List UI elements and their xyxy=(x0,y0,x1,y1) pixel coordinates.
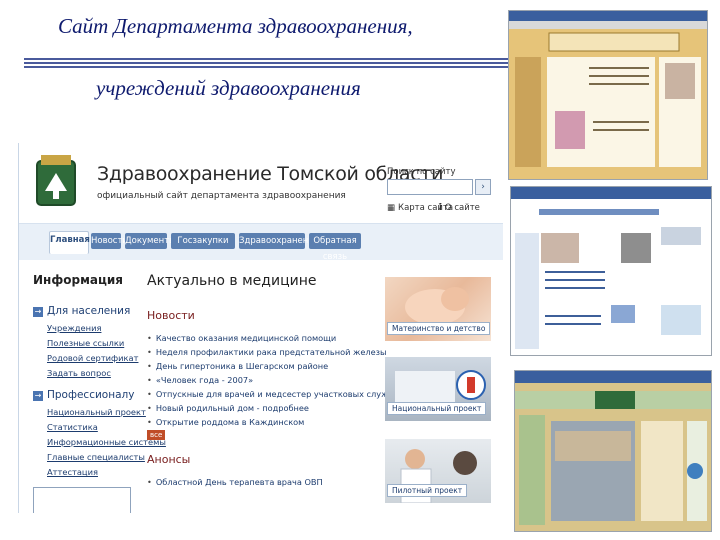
more-news-button[interactable]: все xyxy=(147,430,166,440)
announce-item[interactable]: • Областной День терапевта врача ОВП xyxy=(147,477,323,487)
thumbnail-hospital-site-2 xyxy=(510,186,712,356)
arrow-right-icon: → xyxy=(33,391,43,401)
announce-heading: Анонсы xyxy=(147,453,191,466)
link-useful[interactable]: Полезные ссылки xyxy=(47,338,124,348)
news-item[interactable]: • Открытие роддома в Каждинском xyxy=(147,417,304,427)
main-site-screenshot: Здравоохранение Томской области официаль… xyxy=(18,143,503,513)
news-item[interactable]: • «Человек года - 2007» xyxy=(147,375,253,385)
thumbnail-hospital-site-3 xyxy=(514,370,712,532)
tab-procurement[interactable]: Госзакупки xyxy=(171,233,235,249)
news-heading: Новости xyxy=(147,309,195,322)
title-divider xyxy=(24,58,536,68)
main-heading: Актуально в медицине xyxy=(147,273,317,289)
about-link[interactable]: iО сайте xyxy=(439,203,480,213)
info-icon: i xyxy=(439,203,442,213)
link-institutions[interactable]: Учреждения xyxy=(47,323,101,333)
search-go-button[interactable]: › xyxy=(475,179,491,195)
slide-title-line1: Сайт Департамента здравоохранения, xyxy=(58,14,413,38)
slide-title-line2: учреждений здравоохранения xyxy=(96,76,361,100)
tab-documents[interactable]: Документы xyxy=(125,233,176,249)
link-attestation[interactable]: Аттестация xyxy=(47,467,98,477)
site-subtitle: официальный сайт департамента здравоохра… xyxy=(97,191,346,201)
photo-national-project[interactable]: Национальный проект xyxy=(385,357,491,421)
search-input[interactable] xyxy=(387,179,473,195)
left-widget-box xyxy=(33,487,131,513)
link-national-project[interactable]: Национальный проект xyxy=(47,407,146,417)
section-professional[interactable]: → Профессионалу xyxy=(33,389,134,401)
link-birth-certificate[interactable]: Родовой сертификат xyxy=(47,353,138,363)
section-population[interactable]: → Для населения xyxy=(33,305,130,317)
tab-home[interactable]: Главная xyxy=(49,231,90,254)
news-item[interactable]: • День гипертоника в Шегарском районе xyxy=(147,361,328,371)
sitemap-icon: ▦ xyxy=(387,203,396,213)
info-heading: Информация xyxy=(33,273,123,287)
news-item[interactable]: • Качество оказания медицинской помощи xyxy=(147,333,336,343)
tab-feedback[interactable]: Обратная связь xyxy=(309,233,361,262)
arrow-right-icon: → xyxy=(33,307,43,317)
search-label: Поиск по сайту xyxy=(387,167,456,177)
tomsk-emblem-icon xyxy=(36,155,76,206)
tab-healthcare[interactable]: Здравоохранение xyxy=(239,233,319,249)
news-item[interactable]: • Отпускные для врачей и медсестер участк… xyxy=(147,389,394,399)
thumbnail-hospital-site-1 xyxy=(508,10,708,180)
photo-motherhood[interactable]: Материнство и детство xyxy=(385,277,491,341)
thumbnail-graphic xyxy=(511,187,711,349)
thumbnail-graphic xyxy=(515,371,711,525)
tab-news[interactable]: Новости xyxy=(91,233,128,249)
news-item[interactable]: • Новый родильный дом - подробнее xyxy=(147,403,309,413)
photo-pilot-project[interactable]: Пилотный проект xyxy=(385,439,491,503)
link-chief-specialists[interactable]: Главные специалисты xyxy=(47,452,145,462)
thumbnail-graphic xyxy=(509,11,707,167)
link-statistics[interactable]: Статистика xyxy=(47,422,98,432)
news-item[interactable]: • Неделя профилактики рака предстательной… xyxy=(147,347,387,357)
link-ask-question[interactable]: Задать вопрос xyxy=(47,368,111,378)
